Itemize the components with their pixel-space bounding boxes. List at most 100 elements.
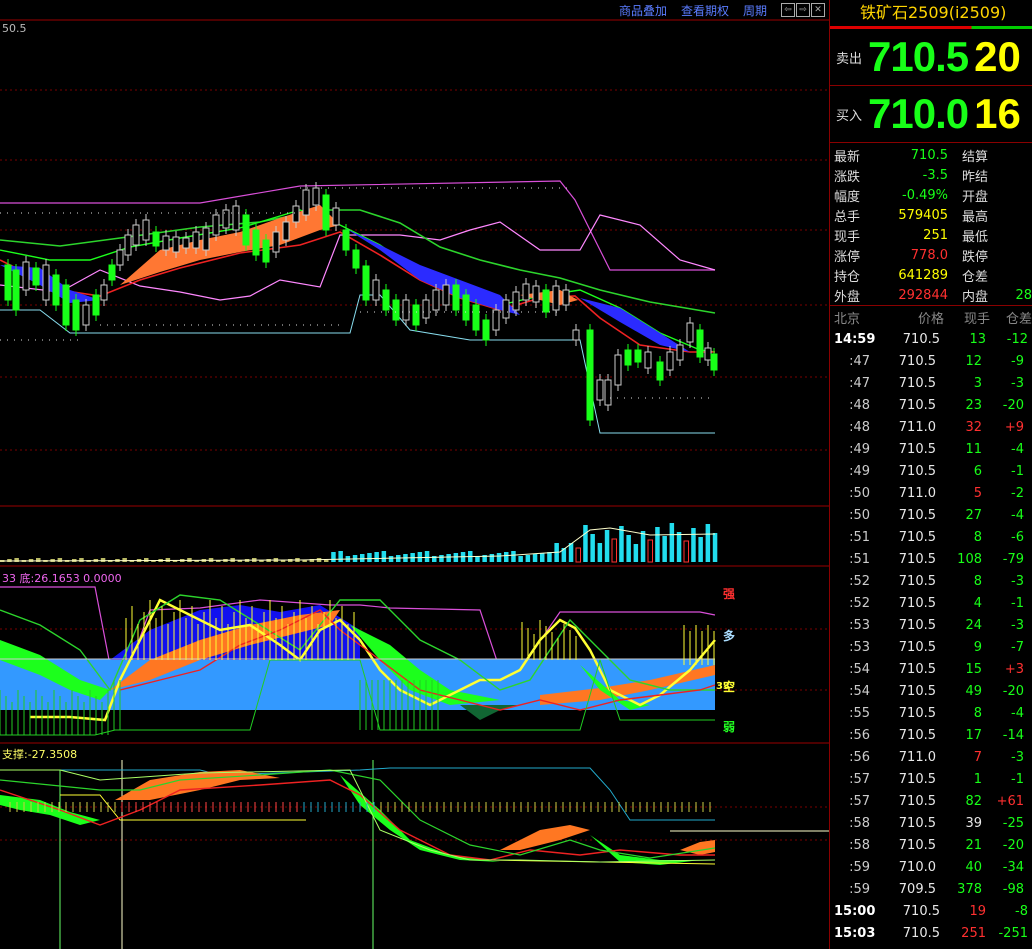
tick-row: :56 710.5 17 -14 [830, 724, 1032, 746]
tick-time: :56 [849, 749, 870, 765]
stat-label: 最新 [834, 149, 861, 165]
tick-volume: 23 [965, 397, 982, 413]
tick-time: :47 [849, 353, 870, 369]
tick-row: :56 711.0 7 -3 [830, 746, 1032, 768]
tick-time: :53 [849, 639, 870, 655]
next-arrow-icon[interactable]: ⇨ [796, 3, 810, 17]
tick-price: 710.0 [898, 859, 936, 875]
tick-volume: 82 [965, 793, 982, 809]
tick-price: 710.5 [898, 661, 936, 677]
tick-oi: -12 [1006, 331, 1028, 347]
tick-price: 710.5 [898, 353, 936, 369]
tick-row: :52 710.5 4 -1 [830, 592, 1032, 614]
tick-row: :57 710.5 1 -1 [830, 768, 1032, 790]
tick-time: 15:00 [834, 903, 876, 919]
ask-label: 卖出 [835, 51, 862, 67]
tick-time: :49 [849, 441, 870, 457]
tick-oi: -98 [1002, 881, 1024, 897]
tick-header-time: 北京 [834, 311, 861, 327]
tick-oi: -1 [1011, 463, 1024, 479]
tick-time: :59 [849, 881, 870, 897]
bid-row[interactable]: 买入 710.0 16 [830, 86, 1032, 143]
tick-time: 15:03 [834, 925, 876, 941]
tick-time: :57 [849, 771, 870, 787]
tick-price: 710.5 [898, 705, 936, 721]
tick-time: :58 [849, 815, 870, 831]
tick-time: :53 [849, 617, 870, 633]
tick-time: :48 [849, 397, 870, 413]
tick-volume: 32 [965, 419, 982, 435]
ask-row[interactable]: 卖出 710.5 20 [830, 29, 1032, 86]
tick-oi: -2 [1011, 485, 1024, 501]
tick-volume: 8 [973, 705, 982, 721]
tick-price: 710.5 [898, 793, 936, 809]
stat-value: -0.49% [902, 187, 948, 203]
stat-row: 涨跌 -3.5 昨结 [830, 165, 1032, 185]
stat-label: 持仓 [834, 269, 861, 285]
price-chart[interactable] [0, 0, 830, 949]
tick-time: :50 [849, 485, 870, 501]
stat-label: 跌停 [962, 249, 989, 265]
stat-value: 28 [1015, 287, 1032, 303]
tick-volume: 8 [973, 529, 982, 545]
tick-price: 710.5 [898, 837, 936, 853]
tick-oi: -3 [1011, 375, 1024, 391]
tick-price: 710.5 [898, 595, 936, 611]
tick-row: 15:00 710.5 19 -8 [830, 900, 1032, 922]
tick-oi: -79 [1002, 551, 1024, 567]
tick-row: :47 710.5 3 -3 [830, 372, 1032, 394]
tick-price: 710.5 [898, 771, 936, 787]
chart-toolbar: 商品叠加 查看期权 周期 ⇦ ⇨ ✕ [619, 0, 829, 20]
tick-time: :55 [849, 705, 870, 721]
overlay-button[interactable]: 商品叠加 [619, 2, 667, 19]
tick-row: :58 710.5 21 -20 [830, 834, 1032, 856]
indicator3-label: 支撑:-27.3508 [2, 748, 78, 761]
stat-label: 昨结 [962, 169, 989, 185]
chart-area[interactable]: 商品叠加 查看期权 周期 ⇦ ⇨ ✕ 50.5 33 底:26.1653 0.000… [0, 0, 830, 949]
stat-value: 641289 [898, 267, 948, 283]
tick-volume: 5 [973, 485, 982, 501]
tick-oi: +3 [1004, 661, 1024, 677]
tick-price: 710.5 [898, 551, 936, 567]
period-button[interactable]: 周期 [743, 2, 767, 19]
tick-price: 711.0 [898, 419, 936, 435]
tick-volume: 1 [973, 771, 982, 787]
tick-row: :49 710.5 11 -4 [830, 438, 1032, 460]
tick-time: :47 [849, 375, 870, 391]
tick-header-volume: 现手 [963, 311, 990, 327]
bid-price: 710.0 [868, 90, 969, 137]
tick-oi: -4 [1011, 507, 1024, 523]
tick-oi: -20 [1002, 837, 1024, 853]
tick-volume: 3 [973, 375, 982, 391]
contract-title[interactable]: 铁矿石2509(i2509) [830, 0, 1032, 29]
tick-row: :54 710.5 49 -20 [830, 680, 1032, 702]
tick-volume: 7 [973, 749, 982, 765]
close-icon[interactable]: ✕ [811, 3, 825, 17]
tick-price: 710.5 [898, 463, 936, 479]
tick-oi: -9 [1011, 353, 1024, 369]
tick-volume: 27 [965, 507, 982, 523]
quote-panel: 铁矿石2509(i2509) 卖出 710.5 20 买入 710.0 16 最… [830, 0, 1032, 949]
tick-row: :48 711.0 32 +9 [830, 416, 1032, 438]
rights-button[interactable]: 查看期权 [681, 2, 729, 19]
tick-time: :49 [849, 463, 870, 479]
tick-price: 710.5 [898, 441, 936, 457]
tick-volume: 40 [965, 859, 982, 875]
stat-row: 现手 251 最低 [830, 225, 1032, 245]
tick-header-price: 价格 [917, 311, 944, 327]
tick-oi: -251 [998, 925, 1028, 941]
tick-time: :48 [849, 419, 870, 435]
strong-marker: 强 [723, 587, 736, 601]
stat-row: 最新 710.5 结算 [830, 145, 1032, 165]
tick-volume: 12 [965, 353, 982, 369]
tick-oi: -7 [1011, 639, 1024, 655]
indicator2-label: 33 底:26.1653 0.0000 [2, 572, 122, 585]
stat-label: 涨停 [834, 249, 861, 265]
tick-oi: -25 [1002, 815, 1024, 831]
stat-value: 292844 [898, 287, 948, 303]
tick-row: :58 710.5 39 -25 [830, 812, 1032, 834]
stat-value: 579405 [898, 207, 948, 223]
tick-list[interactable]: 14:59 710.5 13 -12:47 710.5 12 -9:47 710.5 3 -3:4… [830, 328, 1032, 944]
tick-volume: 108 [957, 551, 982, 567]
prev-arrow-icon[interactable]: ⇦ [781, 3, 795, 17]
